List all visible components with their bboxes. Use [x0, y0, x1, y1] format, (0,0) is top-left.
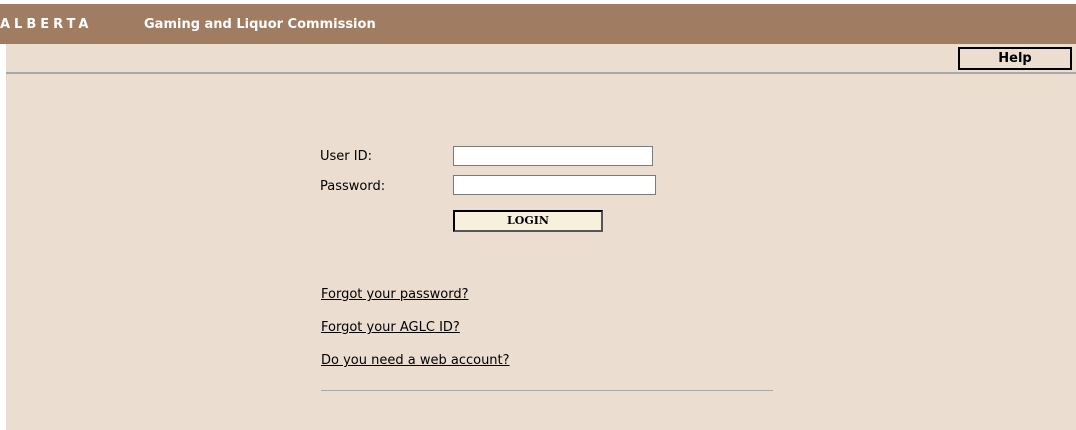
login-page: ALBERTA Gaming and Liquor Commission Hel… [0, 0, 1076, 430]
need-web-account-link[interactable]: Do you need a web account? [321, 353, 510, 368]
forgot-password-link[interactable]: Forgot your password? [321, 287, 469, 302]
login-panel: User ID: Password: LOGIN Forgot your pas… [6, 74, 1076, 430]
login-button[interactable]: LOGIN [453, 210, 603, 232]
toolbar: Help [6, 44, 1076, 74]
user-id-input[interactable] [453, 146, 653, 166]
forgot-id-link[interactable]: Forgot your AGLC ID? [321, 320, 460, 335]
password-label: Password: [320, 179, 386, 194]
user-id-label: User ID: [320, 149, 372, 164]
help-button[interactable]: Help [958, 47, 1072, 70]
header-bar: ALBERTA Gaming and Liquor Commission [0, 4, 1076, 44]
brand-logo-text: ALBERTA [0, 17, 93, 32]
password-input[interactable] [453, 175, 656, 195]
divider [321, 390, 773, 391]
organization-name: Gaming and Liquor Commission [144, 17, 376, 32]
